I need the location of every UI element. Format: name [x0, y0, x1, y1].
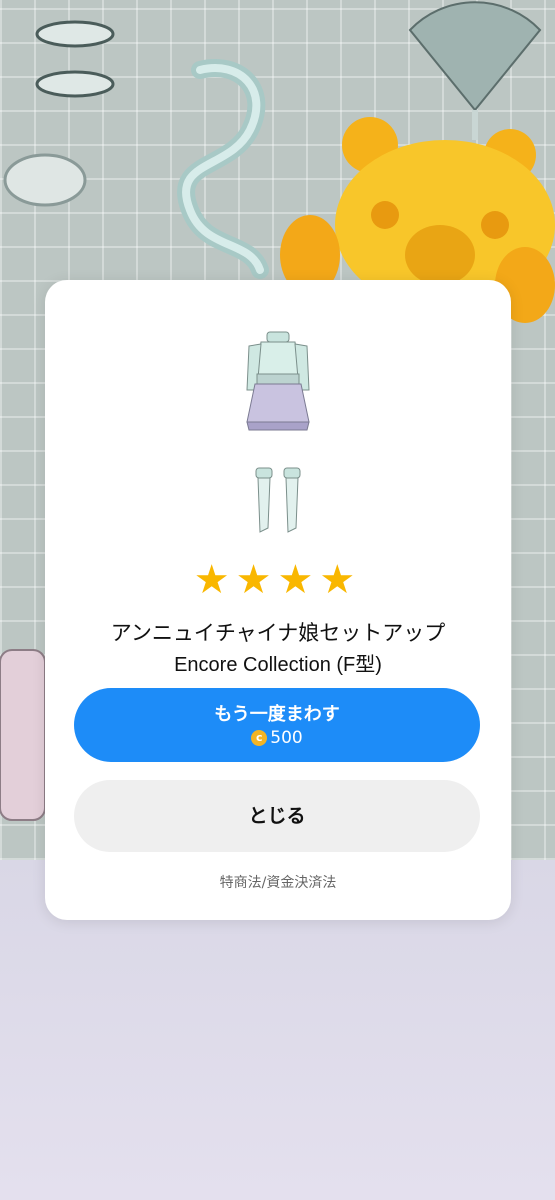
rarity-stars: ★★★★ — [0, 560, 555, 600]
dress-item-image — [245, 331, 310, 431]
coin-icon: c — [251, 730, 268, 746]
star-icon: ★ — [193, 557, 236, 603]
close-button[interactable]: とじる — [74, 780, 480, 852]
legal-link[interactable]: 特商法/資金決済法 — [45, 872, 511, 892]
tassel-decoration — [0, 649, 46, 821]
spin-cost: c 500 — [74, 728, 480, 748]
cloud-decoration — [3, 153, 87, 207]
dragon-decoration — [177, 59, 269, 279]
star-icon: ★ — [235, 557, 278, 603]
star-icon: ★ — [319, 557, 362, 603]
stockings-item-image — [255, 467, 300, 533]
star-icon: ★ — [277, 557, 320, 603]
item-collection: Encore Collection (F型) — [174, 654, 382, 676]
spin-again-button[interactable]: もう一度まわす c 500 — [74, 688, 480, 762]
knot-decoration — [35, 20, 115, 98]
item-name: アンニュイチャイナ娘セットアップ — [110, 621, 446, 645]
spin-again-label: もう一度まわす — [214, 704, 340, 725]
spin-cost-value: 500 — [270, 728, 303, 748]
